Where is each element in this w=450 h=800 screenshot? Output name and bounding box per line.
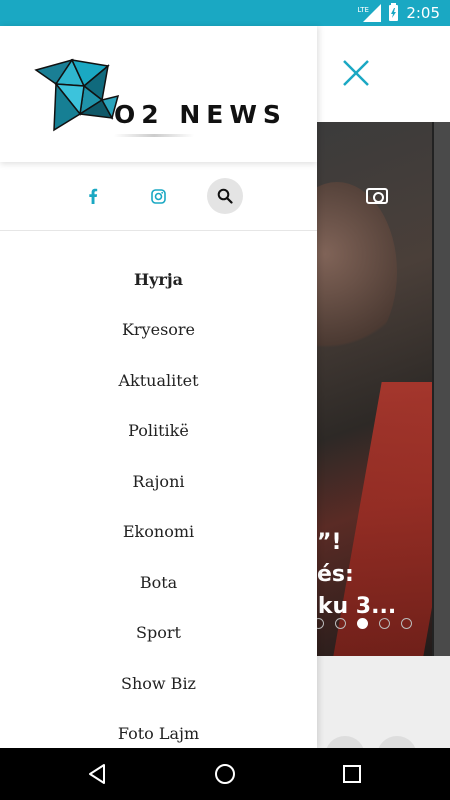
status-time: 2:05 — [406, 4, 440, 22]
hero-headline[interactable]: ”! és: aku 3... — [317, 527, 437, 623]
menu-item-rajoni[interactable]: Rajoni — [0, 456, 317, 507]
navigation-drawer: O2 NEWS Hyrja Kryesore Aktualitet Politi… — [0, 26, 317, 748]
carousel-dot[interactable] — [379, 618, 390, 629]
facebook-icon — [88, 188, 97, 204]
social-row — [0, 178, 317, 214]
system-nav-bar — [0, 748, 450, 800]
close-button[interactable] — [340, 57, 372, 89]
carousel-dot[interactable] — [335, 618, 346, 629]
background-bottom — [317, 656, 450, 776]
battery-icon — [389, 3, 399, 21]
logo-text: O2 NEWS — [114, 100, 287, 129]
hero-headline-line: ”! — [317, 530, 342, 555]
status-icons: LTE 2:05 — [357, 0, 440, 26]
recents-icon — [343, 765, 361, 783]
close-icon — [343, 60, 369, 86]
drawer-menu: Hyrja Kryesore Aktualitet Politikë Rajon… — [0, 254, 317, 748]
carousel-dots — [317, 618, 412, 629]
search-button[interactable] — [206, 178, 243, 214]
drawer-header: O2 NEWS — [0, 26, 317, 162]
menu-item-ekonomi[interactable]: Ekonomi — [0, 507, 317, 558]
hero-headline-line: és: — [317, 562, 354, 587]
signal-icon: LTE — [357, 4, 382, 22]
divider — [0, 230, 317, 231]
menu-item-kryesore[interactable]: Kryesore — [0, 305, 317, 356]
search-icon — [217, 188, 233, 204]
menu-item-aktualitet[interactable]: Aktualitet — [0, 355, 317, 406]
home-button[interactable] — [213, 762, 237, 786]
instagram-icon — [151, 188, 166, 204]
recents-button[interactable] — [340, 762, 364, 786]
menu-item-sport[interactable]: Sport — [0, 608, 317, 659]
network-type: LTE — [357, 6, 369, 14]
back-button[interactable] — [86, 762, 110, 786]
carousel-dot[interactable] — [401, 618, 412, 629]
back-icon — [89, 764, 105, 784]
bird-logo-icon — [34, 58, 120, 132]
menu-item-foto-lajm[interactable]: Foto Lajm — [0, 709, 317, 749]
menu-item-show-biz[interactable]: Show Biz — [0, 658, 317, 709]
background-page: ”! és: aku 3... — [317, 26, 450, 776]
home-icon — [215, 764, 235, 784]
menu-item-hyrja[interactable]: Hyrja — [0, 254, 317, 305]
background-header — [317, 26, 450, 122]
hero-image[interactable]: ”! és: aku 3... — [317, 122, 450, 656]
menu-item-politike[interactable]: Politikë — [0, 406, 317, 457]
logo[interactable]: O2 NEWS — [32, 56, 282, 140]
instagram-button[interactable] — [141, 178, 177, 214]
status-bar: LTE 2:05 — [0, 0, 450, 26]
facebook-button[interactable] — [75, 178, 111, 214]
menu-item-bota[interactable]: Bota — [0, 557, 317, 608]
carousel-dot-active[interactable] — [357, 618, 368, 629]
carousel-dot[interactable] — [317, 618, 324, 629]
camera-icon — [366, 188, 388, 204]
